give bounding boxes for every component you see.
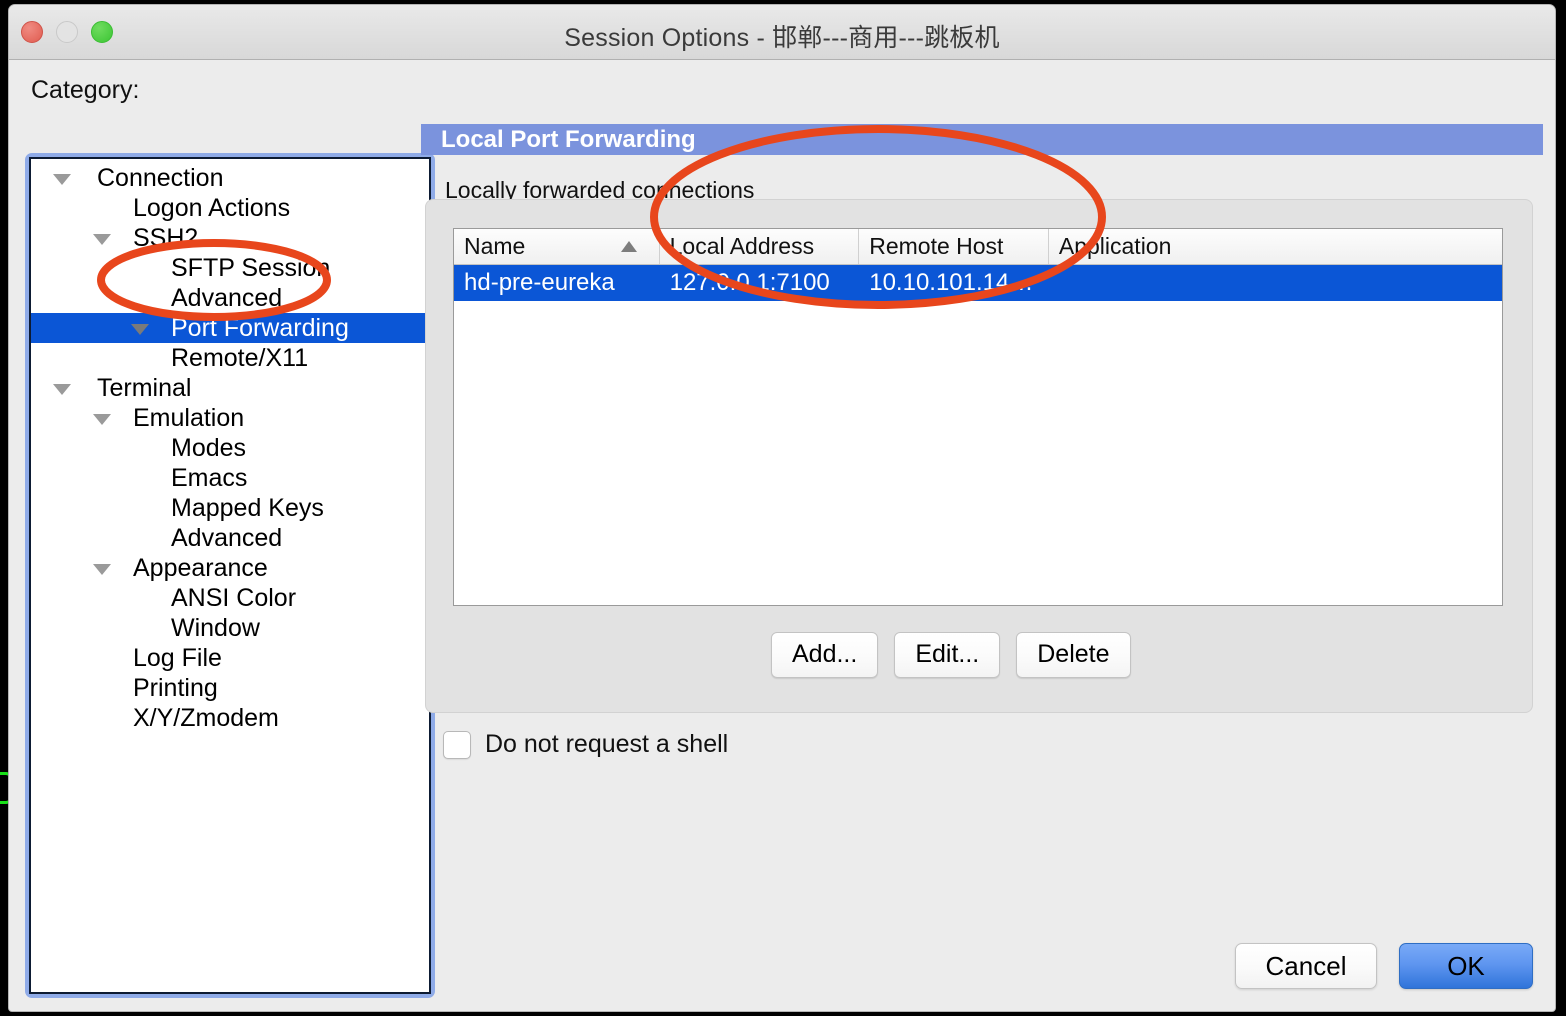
- sidebar-item-label: Emacs: [171, 464, 248, 492]
- sort-ascending-icon: [620, 241, 637, 252]
- sidebar-item-advanced[interactable]: Advanced: [31, 283, 429, 313]
- disclosure-triangle-icon[interactable]: [53, 384, 71, 395]
- disclosure-triangle-icon[interactable]: [131, 324, 149, 335]
- sidebar-item-label: Window: [171, 614, 260, 642]
- sidebar-item-label: Logon Actions: [133, 194, 291, 222]
- add-button[interactable]: Add...: [771, 632, 879, 678]
- sidebar-item-mapped-keys[interactable]: Mapped Keys: [31, 493, 429, 523]
- cell-remote-host: 10.10.101.14…: [869, 269, 1034, 296]
- sidebar-item-label: Printing: [133, 674, 218, 702]
- dialog-footer-buttons: Cancel OK: [1235, 943, 1533, 989]
- column-header-local-address-label: Local Address: [669, 233, 815, 259]
- do-not-request-shell-label: Do not request a shell: [485, 730, 729, 758]
- forwarded-connections-table[interactable]: Name Local Address Remote Host Applicati…: [453, 228, 1503, 606]
- sidebar-item-label: SSH2: [133, 224, 199, 252]
- sidebar-item-appearance[interactable]: Appearance: [31, 553, 429, 583]
- sidebar-item-terminal[interactable]: Terminal: [31, 373, 429, 403]
- sidebar-item-sftp-session[interactable]: SFTP Session: [31, 253, 429, 283]
- sidebar-item-label: SFTP Session: [171, 254, 331, 282]
- window-title: Session Options - 邯郸---商用---跳板机: [564, 24, 1000, 52]
- sidebar-item-log-file[interactable]: Log File: [31, 643, 429, 673]
- column-header-remote-host[interactable]: Remote Host: [859, 229, 1049, 264]
- category-tree[interactable]: Connection Logon Actions SSH2 SFTP Session A…: [29, 157, 431, 994]
- column-header-application[interactable]: Application: [1049, 229, 1502, 264]
- sidebar-item-label: Advanced: [171, 284, 283, 312]
- sidebar-item-label: Terminal: [97, 374, 192, 402]
- sidebar-item-emulation[interactable]: Emulation: [31, 403, 429, 433]
- sidebar-item-label: Mapped Keys: [171, 494, 324, 522]
- table-action-buttons: Add... Edit... Delete: [771, 632, 1131, 678]
- sidebar-item-window[interactable]: Window: [31, 613, 429, 643]
- cancel-button[interactable]: Cancel: [1235, 943, 1377, 989]
- window-titlebar: Session Options - 邯郸---商用---跳板机: [9, 5, 1555, 60]
- delete-button[interactable]: Delete: [1016, 632, 1131, 678]
- column-header-remote-host-label: Remote Host: [869, 233, 1004, 259]
- sidebar-item-port-forwarding[interactable]: Port Forwarding: [31, 313, 429, 343]
- do-not-request-shell-checkbox[interactable]: [443, 730, 471, 759]
- sidebar-item-label: Advanced: [171, 524, 283, 552]
- disclosure-triangle-icon[interactable]: [93, 234, 111, 245]
- sidebar-item-logon-actions[interactable]: Logon Actions: [31, 193, 429, 223]
- sidebar-item-ssh2[interactable]: SSH2: [31, 223, 429, 253]
- category-tree-focus-ring: Connection Logon Actions SSH2 SFTP Session A…: [25, 153, 435, 998]
- column-header-name[interactable]: Name: [454, 229, 660, 264]
- sidebar-item-connection[interactable]: Connection: [31, 163, 429, 193]
- sidebar-item-ansi-color[interactable]: ANSI Color: [31, 583, 429, 613]
- session-options-window: Session Options - 邯郸---商用---跳板机 Category…: [8, 4, 1556, 1012]
- sidebar-item-advanced[interactable]: Advanced: [31, 523, 429, 553]
- sidebar-item-printing[interactable]: Printing: [31, 673, 429, 703]
- pane-title: Local Port Forwarding: [441, 126, 696, 153]
- pane-header-bar: Local Port Forwarding: [421, 124, 1543, 155]
- disclosure-triangle-icon[interactable]: [93, 414, 111, 425]
- ok-button[interactable]: OK: [1399, 943, 1533, 989]
- sidebar-item-label: Remote/X11: [171, 344, 309, 372]
- disclosure-triangle-icon[interactable]: [53, 174, 71, 185]
- sidebar-item-label: X/Y/Zmodem: [133, 704, 279, 732]
- dialog-content: Category: Connection Logon Actions SSH2 SFT…: [9, 60, 1555, 1011]
- cell-name: hd-pre-eureka: [464, 269, 615, 296]
- column-header-application-label: Application: [1058, 233, 1172, 259]
- sidebar-item-label: Emulation: [133, 404, 245, 432]
- sidebar-item-x-y-zmodem[interactable]: X/Y/Zmodem: [31, 703, 429, 733]
- disclosure-triangle-icon[interactable]: [93, 564, 111, 575]
- sidebar-item-label: Appearance: [133, 554, 268, 582]
- table-row[interactable]: hd-pre-eureka 127.0.0.1:7100 10.10.101.1…: [454, 265, 1502, 301]
- category-label: Category:: [31, 76, 140, 104]
- column-header-local-address[interactable]: Local Address: [660, 229, 860, 264]
- column-header-name-label: Name: [464, 233, 526, 259]
- table-header-row: Name Local Address Remote Host Applicati…: [454, 229, 1502, 265]
- cell-local-address: 127.0.0.1:7100: [669, 269, 830, 296]
- sidebar-item-modes[interactable]: Modes: [31, 433, 429, 463]
- sidebar-item-label: Port Forwarding: [171, 314, 349, 342]
- sidebar-item-label: Modes: [171, 434, 247, 462]
- forwarded-connections-group: Name Local Address Remote Host Applicati…: [425, 199, 1533, 713]
- edit-button[interactable]: Edit...: [894, 632, 1001, 678]
- sidebar-item-emacs[interactable]: Emacs: [31, 463, 429, 493]
- cell-application: [1049, 265, 1502, 301]
- do-not-request-shell-row[interactable]: Do not request a shell: [443, 730, 728, 759]
- sidebar-item-label: Connection: [97, 164, 224, 192]
- sidebar-item-remote-x11[interactable]: Remote/X11: [31, 343, 429, 373]
- sidebar-item-label: Log File: [133, 644, 222, 672]
- sidebar-item-label: ANSI Color: [171, 584, 297, 612]
